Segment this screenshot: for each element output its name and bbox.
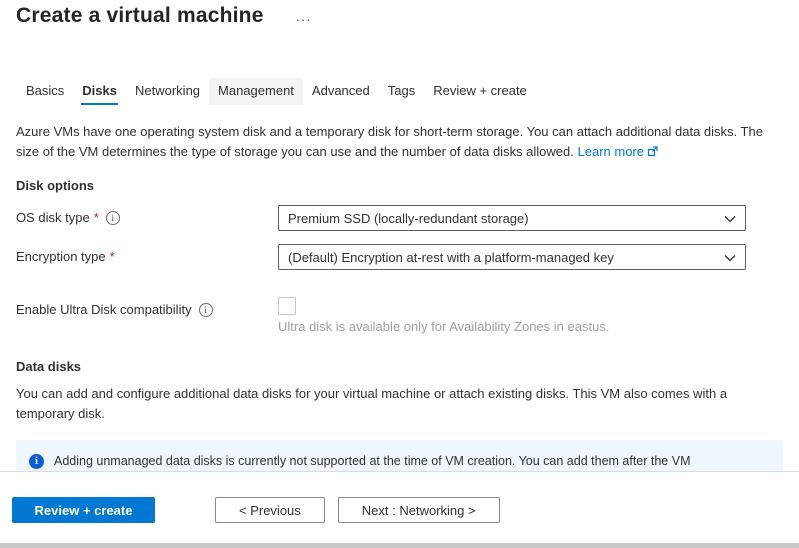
disk-options-heading: Disk options: [16, 178, 783, 193]
required-asterisk: *: [94, 210, 99, 225]
info-icon[interactable]: i: [106, 211, 120, 225]
previous-button[interactable]: < Previous: [215, 497, 325, 523]
encryption-type-label: Encryption type: [16, 249, 106, 264]
tab-networking[interactable]: Networking: [126, 78, 209, 105]
tab-basics[interactable]: Basics: [17, 78, 73, 105]
info-filled-icon: i: [29, 454, 44, 469]
tab-review-create[interactable]: Review + create: [424, 78, 536, 105]
encryption-type-dropdown[interactable]: (Default) Encryption at-rest with a plat…: [278, 244, 746, 270]
horizontal-scrollbar[interactable]: [0, 543, 799, 548]
chevron-down-icon: [724, 211, 736, 226]
ultra-disk-label: Enable Ultra Disk compatibility: [16, 302, 192, 317]
next-networking-button[interactable]: Next : Networking >: [338, 497, 500, 523]
data-disks-heading: Data disks: [16, 359, 783, 374]
tab-tags[interactable]: Tags: [379, 78, 424, 105]
wizard-footer: Review + create < Previous Next : Networ…: [0, 471, 799, 548]
page-title: Create a virtual machine: [16, 4, 264, 28]
disks-intro-text: Azure VMs have one operating system disk…: [16, 122, 783, 162]
learn-more-link[interactable]: Learn more: [578, 144, 658, 159]
wizard-tabs: Basics Disks Networking Management Advan…: [17, 78, 783, 105]
page-header: Create a virtual machine ···: [16, 4, 783, 28]
required-asterisk: *: [110, 249, 115, 264]
tab-advanced[interactable]: Advanced: [303, 78, 379, 105]
os-disk-type-dropdown[interactable]: Premium SSD (locally-redundant storage): [278, 205, 746, 231]
tab-management[interactable]: Management: [209, 78, 303, 105]
ultra-disk-label-group: Enable Ultra Disk compatibility i: [16, 297, 278, 317]
os-disk-type-label: OS disk type: [16, 210, 90, 225]
create-vm-page: Create a virtual machine ··· Basics Disk…: [0, 0, 799, 548]
review-create-button[interactable]: Review + create: [12, 497, 155, 523]
os-disk-type-value: Premium SSD (locally-redundant storage): [288, 211, 529, 226]
info-icon[interactable]: i: [199, 303, 213, 317]
ultra-disk-checkbox[interactable]: [278, 297, 296, 315]
os-disk-type-label-group: OS disk type * i: [16, 205, 278, 225]
ultra-disk-row: Enable Ultra Disk compatibility i Ultra …: [16, 297, 783, 334]
encryption-type-label-group: Encryption type *: [16, 244, 278, 264]
tab-disks[interactable]: Disks: [73, 78, 126, 105]
os-disk-type-row: OS disk type * i Premium SSD (locally-re…: [16, 205, 783, 231]
external-link-icon: [647, 143, 658, 163]
encryption-type-value: (Default) Encryption at-rest with a plat…: [288, 250, 614, 265]
ultra-disk-hint: Ultra disk is available only for Availab…: [278, 319, 746, 334]
chevron-down-icon: [724, 250, 736, 265]
data-disks-description: You can add and configure additional dat…: [16, 384, 783, 423]
more-options-button[interactable]: ···: [296, 7, 312, 26]
encryption-type-row: Encryption type * (Default) Encryption a…: [16, 244, 783, 270]
